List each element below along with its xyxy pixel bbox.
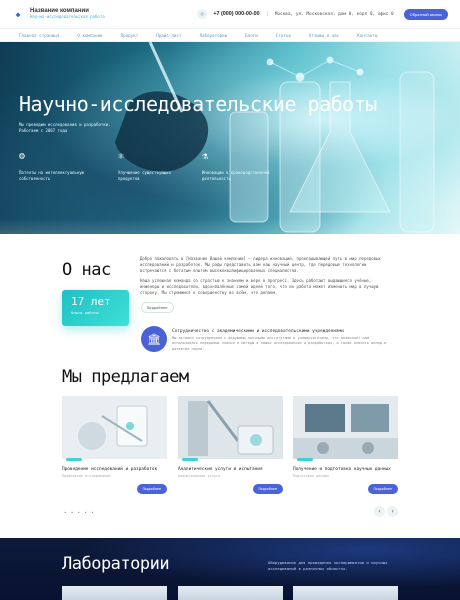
about-title: О нас — [62, 260, 111, 280]
card-image-data — [293, 396, 398, 459]
nav-item-contacts[interactable]: Контакты — [357, 33, 377, 38]
hero-title: Научно-исследовательские работы — [19, 92, 377, 116]
header-separator: | — [265, 11, 269, 17]
page: ◆ Название компании Научно-исследователь… — [0, 0, 460, 600]
hero-banner: Научно-исследовательские работы Мы прово… — [0, 42, 460, 234]
lab-card-image[interactable] — [293, 586, 398, 600]
card-image-analysis — [178, 396, 283, 459]
labs-description: Оборудование для проведения эксперименто… — [268, 560, 388, 571]
nav-item-labs[interactable]: Лаборатории — [199, 33, 227, 38]
card-subtitle: Подготовка данных — [293, 474, 329, 478]
nav-item-about[interactable]: О компании — [77, 33, 102, 38]
card-title[interactable]: Получение и подготовка научных данных — [293, 467, 391, 472]
card-more-button[interactable]: Подробнее — [136, 484, 167, 494]
offer-card[interactable]: Аналитические услуги и испытания Аналити… — [178, 396, 283, 500]
about-more-button[interactable]: Подробнее — [141, 302, 174, 313]
card-more-button[interactable]: Подробнее — [367, 484, 398, 494]
nav-item-pricelist[interactable]: Прайс-лист — [156, 33, 181, 38]
card-image-research — [62, 396, 167, 459]
card-accent — [297, 458, 313, 461]
nav-item-home[interactable]: Главная страница — [19, 33, 59, 38]
offer-card[interactable]: Проведение исследований и разработок Про… — [62, 396, 167, 500]
site-header: ◆ Название компании Научно-исследователь… — [0, 0, 460, 28]
logo-icon: ◆ — [15, 9, 21, 19]
card-title[interactable]: Проведение исследований и разработок — [62, 467, 157, 472]
callback-button[interactable]: Обратный звонок — [403, 8, 448, 20]
card-title[interactable]: Аналитические услуги и испытания — [178, 467, 263, 472]
nav-item-reviews[interactable]: Отзывы о нас — [309, 33, 339, 38]
institution-icon: 🏛 — [141, 326, 167, 352]
experience-years: 17 лет — [71, 295, 111, 308]
labs-title: Лаборатории — [62, 554, 170, 574]
nav-item-product[interactable]: Продукт — [121, 33, 139, 38]
main-nav: Главная страница О компании Продукт Прай… — [0, 28, 460, 42]
nav-item-blogs[interactable]: Блоги — [245, 33, 258, 38]
feature-label: Патенты на интеллектуальную собственност… — [19, 170, 85, 181]
card-accent — [182, 458, 198, 461]
logo[interactable]: ◆ Название компании Научно-исследователь… — [12, 8, 105, 20]
feature-improvements: ⚛ Улучшение существующих продуктов — [118, 150, 188, 181]
hero-fade — [0, 218, 460, 234]
hero-description: Мы проводим исследования и разработки. Р… — [19, 122, 111, 133]
card-subtitle: Проведение исследований — [62, 474, 111, 478]
collaboration-text: Мы активно сотрудничаем с ведущими научн… — [172, 336, 387, 351]
about-paragraph-1: Добро пожаловать в [Название Вашей компа… — [140, 256, 381, 273]
phone-number[interactable]: +7 (000) 000-00-00 — [213, 11, 259, 17]
nav-item-articles[interactable]: Статьи — [276, 33, 291, 38]
chevron-right-icon[interactable]: › — [387, 506, 398, 517]
feature-label: Инновации в производственной деятельност… — [202, 170, 270, 181]
experience-badge: 17 лет Опыта работы — [62, 290, 129, 326]
feature-label: Улучшение существующих продуктов — [118, 170, 171, 181]
offer-title: Мы предлагаем — [62, 367, 189, 387]
card-more-button[interactable]: Подробнее — [252, 484, 283, 494]
chevron-left-icon[interactable]: ‹ — [374, 506, 385, 517]
offer-card[interactable]: Получение и подготовка научных данных По… — [293, 396, 398, 500]
card-subtitle: Аналитические услуги — [178, 474, 221, 478]
feature-innovation: ⚗ Инновации в производственной деятельно… — [202, 150, 272, 181]
research-icon: ⚗ — [202, 151, 209, 162]
patent-icon: ⚙ — [19, 151, 26, 162]
lab-card-image[interactable] — [62, 586, 167, 600]
phone-icon[interactable]: ✆ — [197, 9, 208, 19]
card-accent — [66, 458, 82, 461]
hero-lab-illustration — [115, 42, 435, 233]
product-icon: ⚛ — [118, 151, 125, 162]
about-paragraph-2: Наша успешная команда со страстью к знан… — [140, 278, 379, 295]
company-tagline: Научно-исследовательская работа — [30, 14, 105, 20]
collaboration-title: Сотрудничество с академическими и исслед… — [172, 329, 344, 334]
feature-patents: ⚙ Патенты на интеллектуальную собственно… — [19, 150, 89, 181]
labs-section: Лаборатории Оборудование для проведения … — [0, 538, 460, 600]
experience-label: Опыта работы — [71, 310, 99, 315]
lab-card-image[interactable] — [178, 586, 283, 600]
carousel-pager[interactable]: • • • • • — [64, 510, 95, 515]
address: Москва, ул. Московская, дом 0, корп 0, о… — [274, 11, 394, 17]
collaboration-block: 🏛 Сотрудничество с академическими и иссл… — [141, 326, 396, 354]
